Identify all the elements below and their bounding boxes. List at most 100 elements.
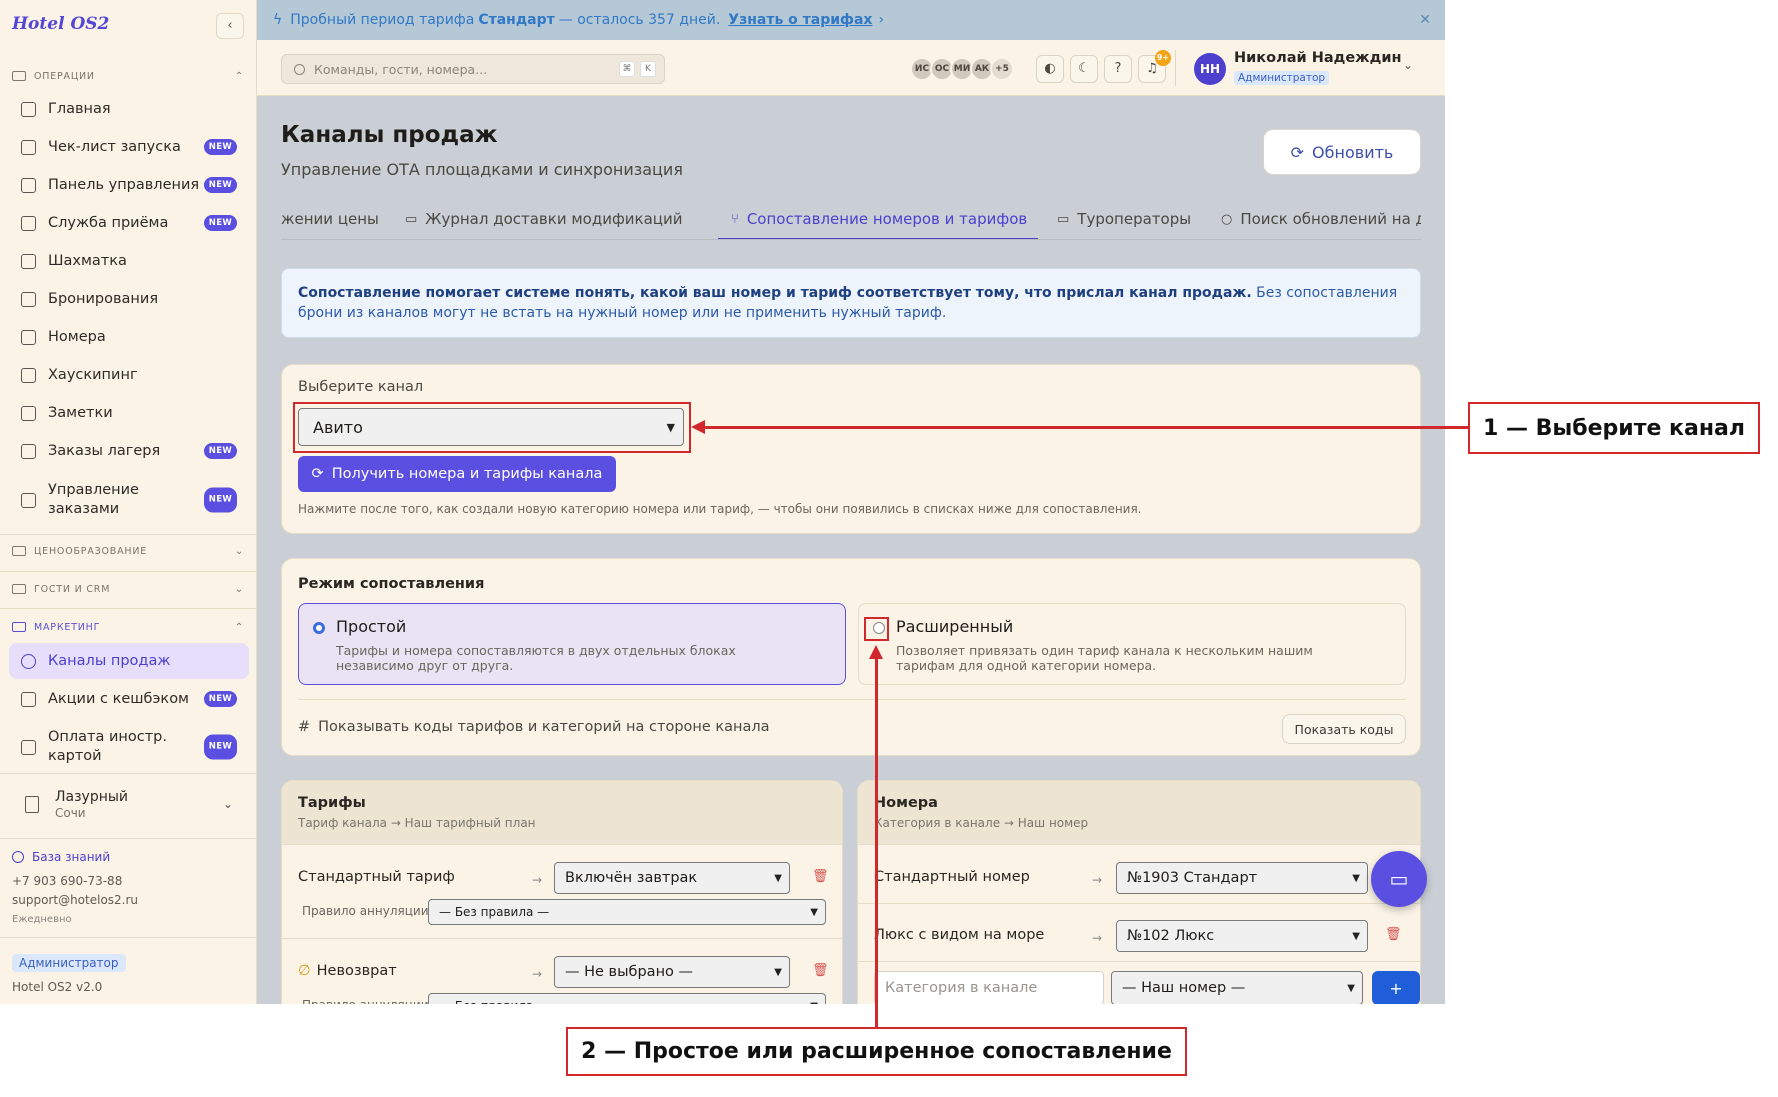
chevron-down-icon: ▼ <box>1347 982 1355 994</box>
refresh-button[interactable]: ⟳ Обновить <box>1263 129 1421 175</box>
tab-tour-operators[interactable]: ▭ Туроператоры <box>1057 210 1191 228</box>
divider <box>0 534 257 535</box>
section-guests[interactable]: ГОСТИ И CRM ⌄ <box>12 580 244 598</box>
bell-icon[interactable]: ♫ 9+ <box>1138 50 1171 83</box>
refresh-icon: ⟳ <box>311 466 324 482</box>
sidebar-item-front-desk[interactable]: Служба приёма NEW <box>9 205 249 241</box>
trash-icon[interactable]: 🗑 <box>812 869 829 884</box>
radio-simple[interactable] <box>313 622 325 634</box>
tariffs-header: Тарифы Тариф канала → Наш тарифный план <box>282 781 842 845</box>
mode-option-advanced[interactable]: Расширенный Позволяет привязать один тар… <box>858 603 1406 685</box>
lightning-icon: ϟ <box>273 12 283 28</box>
tab-update-search[interactable]: ○Поиск обновлений на дат <box>1221 210 1421 228</box>
sidebar-item-launch-checklist[interactable]: Чек-лист запуска NEW <box>9 129 249 165</box>
truck-icon: ▭ <box>1057 211 1070 227</box>
fetch-channel-data-button[interactable]: ⟳ Получить номера и тарифы канала <box>298 456 616 492</box>
section-operations[interactable]: ОПЕРАЦИИ ⌃ <box>12 67 244 85</box>
moon-icon[interactable]: ☾ <box>1070 55 1098 83</box>
tariffs-link[interactable]: Узнать о тарифах <box>728 12 872 28</box>
chat-button[interactable]: ▭ <box>1371 851 1427 907</box>
active-tab-indicator <box>718 238 1038 239</box>
support-phone[interactable]: +7 903 690-73-88 <box>12 874 122 888</box>
gauge-icon <box>21 177 36 193</box>
user-name[interactable]: Николай Надеждин <box>1234 50 1402 66</box>
sidebar-item-sales-channels[interactable]: Каналы продаж <box>9 643 249 679</box>
add-mapping-button[interactable]: + <box>1372 971 1420 1004</box>
trash-icon[interactable]: 🗑 <box>812 963 829 978</box>
sidebar-item-rooms[interactable]: Номера <box>9 319 249 355</box>
room-mapping-select[interactable]: №1903 Стандарт ▼ <box>1116 862 1368 894</box>
avatar-more: +5 <box>990 57 1014 81</box>
tab-modification-log[interactable]: ▭ Журнал доставки модификаций <box>405 210 683 228</box>
arrow-right-icon: → <box>532 873 543 887</box>
grid-icon <box>21 253 36 269</box>
sidebar-item-camp-orders[interactable]: Заказы лагеря NEW <box>9 433 249 469</box>
new-badge: NEW <box>203 487 237 513</box>
kbd-cmd: ⌘ <box>619 61 635 77</box>
hotel-icon <box>25 795 39 813</box>
new-room-select[interactable]: — Наш номер — ▼ <box>1111 971 1363 1004</box>
chevron-right-icon: › <box>878 12 885 28</box>
section-pricing[interactable]: ЦЕНООБРАЗОВАНИЕ ⌄ <box>12 542 244 560</box>
sidebar-item-foreign-cards[interactable]: Оплата иностр. картой NEW <box>9 723 249 771</box>
sidebar-item-chessboard[interactable]: Шахматка <box>9 243 249 279</box>
annotation-line <box>703 426 1468 429</box>
knowledge-base-link[interactable]: База знаний <box>12 850 110 864</box>
sidebar-item-control-panel[interactable]: Панель управления NEW <box>9 167 249 203</box>
show-codes-text: # Показывать коды тарифов и категорий на … <box>298 719 770 735</box>
hash-icon: # <box>298 719 311 735</box>
user-role-badge: Администратор <box>1234 71 1330 85</box>
chevron-down-icon: ▼ <box>774 966 782 978</box>
divider <box>0 571 257 572</box>
sidebar-item-housekeeping[interactable]: Хаускипинг <box>9 357 249 393</box>
online-users[interactable]: ИС ОС МИ АК +5 <box>910 57 1014 81</box>
avatar[interactable]: НН <box>1194 53 1226 85</box>
chevron-down-icon[interactable]: ⌄ <box>1403 58 1413 72</box>
users-icon <box>12 584 26 594</box>
mode-option-simple[interactable]: Простой Тарифы и номера сопоставляются в… <box>298 603 846 685</box>
section-marketing[interactable]: МАРКЕТИНГ ⌃ <box>12 618 244 636</box>
collapse-sidebar-button[interactable]: ‹ <box>216 13 244 39</box>
new-badge: NEW <box>203 734 237 760</box>
megaphone-icon <box>12 622 26 632</box>
support-email[interactable]: support@hotelos2.ru <box>12 893 138 907</box>
chevron-up-icon: ⌃ <box>234 621 244 633</box>
show-codes-button[interactable]: Показать коды <box>1282 714 1406 744</box>
cancellation-rule-select[interactable]: — Без правила —▼ <box>428 899 826 925</box>
tab-room-rate-mapping[interactable]: ⑂ Сопоставление номеров и тарифов <box>731 210 1027 228</box>
tariff-mapping-select[interactable]: Включён завтрак ▼ <box>554 862 790 894</box>
inbox-icon: ▭ <box>405 211 418 227</box>
app-logo[interactable]: Hotel OS2 <box>12 14 109 34</box>
new-channel-category-input[interactable]: Категория в канале <box>874 971 1104 1004</box>
channel-label: Выберите канал <box>298 379 424 395</box>
sidebar-item-cashback[interactable]: Акции с кешбэком NEW <box>9 681 249 717</box>
building-icon <box>21 329 36 345</box>
search-input[interactable]: Команды, гости, номера... ⌘ K <box>281 54 665 84</box>
hotel-switcher[interactable]: Лазурный Сочи ⌄ <box>9 780 249 828</box>
app-version: Hotel OS2 v2.0 <box>12 980 103 994</box>
sidebar-item-notes[interactable]: Заметки <box>9 395 249 431</box>
sidebar-item-order-management[interactable]: Управление заказами NEW <box>9 476 249 524</box>
new-badge: NEW <box>203 443 237 459</box>
channel-tariff-name: Стандартный тариф <box>298 869 455 885</box>
sidebar-item-home[interactable]: Главная <box>9 91 249 127</box>
new-badge: NEW <box>203 691 237 707</box>
cancellation-rule-select[interactable]: — Без правила —▼ <box>428 993 826 1004</box>
close-icon[interactable]: ✕ <box>1419 12 1431 28</box>
sparkles-icon <box>21 367 36 383</box>
trash-icon[interactable]: 🗑 <box>1385 927 1402 942</box>
grid-icon <box>12 71 26 81</box>
tariff-mapping-select[interactable]: — Не выбрано — ▼ <box>554 956 790 988</box>
palette-icon[interactable]: ◐ <box>1036 55 1064 83</box>
mapping-mode-card: Режим сопоставления Простой Тарифы и ном… <box>281 558 1421 756</box>
help-icon[interactable]: ? <box>1104 55 1132 83</box>
page-subtitle: Управление ОТА площадками и синхронизаци… <box>281 160 683 179</box>
room-mapping-select[interactable]: №102 Люкс ▼ <box>1116 920 1368 952</box>
channel-room-name: Люкс с видом на море <box>874 927 1045 943</box>
chevron-down-icon: ▼ <box>1352 872 1360 884</box>
tab-price-changes[interactable]: жении цены <box>281 210 379 228</box>
paperclip-icon: ∅ <box>298 963 311 979</box>
hotel-city: Сочи <box>55 805 86 820</box>
sidebar-item-bookings[interactable]: Бронирования <box>9 281 249 317</box>
role-badge: Администратор <box>12 954 126 972</box>
